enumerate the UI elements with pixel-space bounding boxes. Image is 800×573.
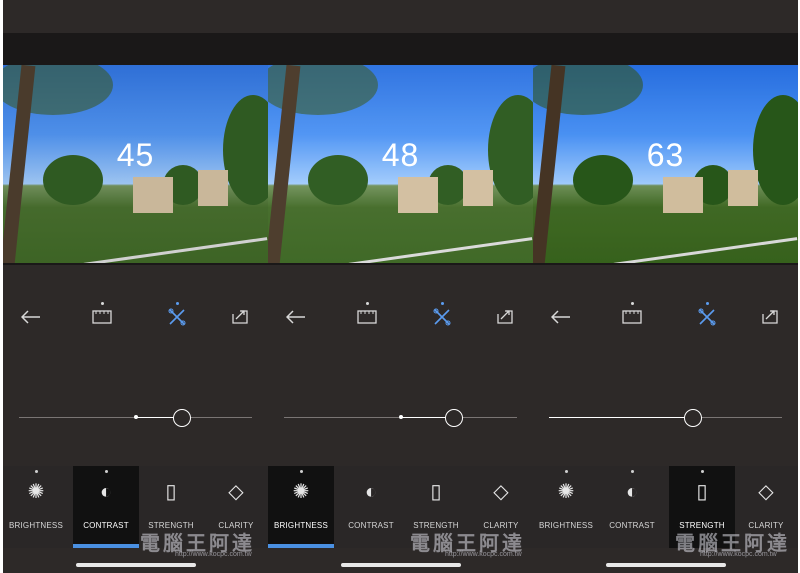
adjustment-value: 63 [646,137,685,173]
phone-screen-1: 45 ✺ BRIGHTNESS ◐ CONTRAST ▯ STRENGTH ◇ … [3,0,268,573]
watermark-url: http://www.kocpc.com.tw [175,551,252,558]
film-icon: ▯ [696,481,708,503]
diamond-icon: ◇ [228,481,244,503]
back-arrow-icon[interactable] [18,304,44,330]
share-icon[interactable] [757,304,783,330]
film-frame-icon[interactable] [354,302,380,330]
slider-knob[interactable] [445,409,464,427]
contrast-icon: ◐ [625,481,639,503]
adjustment-slider[interactable] [549,409,782,427]
edit-toolbar [3,296,268,340]
home-indicator [75,563,196,567]
photo-area: 63 [533,33,798,265]
tools-icon[interactable] [694,302,720,330]
sun-icon: ✺ [292,481,310,503]
tab-contrast[interactable]: ◐ CONTRAST [73,466,139,548]
watermark-url: http://www.kocpc.com.tw [445,551,522,558]
share-icon[interactable] [492,304,518,330]
diamond-icon: ◇ [758,481,774,503]
film-icon: ▯ [165,481,177,503]
film-frame-icon[interactable] [619,302,645,330]
slider-knob[interactable] [684,409,703,427]
tab-contrast[interactable]: ◐ CONTRAST [599,466,665,548]
home-indicator [340,563,461,567]
edit-toolbar [268,296,533,340]
film-icon: ▯ [430,481,442,503]
photo-area: 45 [3,33,268,265]
status-bar [3,0,268,33]
film-frame-icon[interactable] [89,302,115,330]
home-indicator [605,563,726,567]
tab-brightness[interactable]: ✺ BRIGHTNESS [533,466,599,548]
adjustment-value: 45 [116,137,155,173]
watermark-url: http://www.kocpc.com.tw [700,551,777,558]
phone-screen-2: 48 ✺ BRIGHTNESS ◐ CONTRAST ▯ STRENGTH ◇ … [268,0,533,573]
diamond-icon: ◇ [493,481,509,503]
adjustment-slider[interactable] [19,409,252,427]
tab-contrast[interactable]: ◐ CONTRAST [338,466,404,548]
tools-icon[interactable] [429,302,455,330]
edit-toolbar [533,296,798,340]
phone-screen-3: 63 ✺ BRIGHTNESS ◐ CONTRAST ▯ STRENGTH ◇ … [533,0,798,573]
contrast-icon: ◐ [99,481,113,503]
slider-knob[interactable] [173,409,192,427]
photo-area: 48 [268,33,533,265]
status-bar [268,0,533,33]
tab-brightness[interactable]: ✺ BRIGHTNESS [268,466,334,548]
status-bar [533,0,798,33]
share-icon[interactable] [227,304,253,330]
tools-icon[interactable] [164,302,190,330]
photo-preview: 63 [533,65,798,263]
sun-icon: ✺ [557,481,575,503]
contrast-icon: ◐ [364,481,378,503]
back-arrow-icon[interactable] [548,304,574,330]
adjustment-value: 48 [381,137,420,173]
photo-preview: 48 [268,65,533,263]
photo-preview: 45 [3,65,268,263]
sun-icon: ✺ [27,481,45,503]
tab-brightness[interactable]: ✺ BRIGHTNESS [3,466,69,548]
back-arrow-icon[interactable] [283,304,309,330]
adjustment-slider[interactable] [284,409,517,427]
